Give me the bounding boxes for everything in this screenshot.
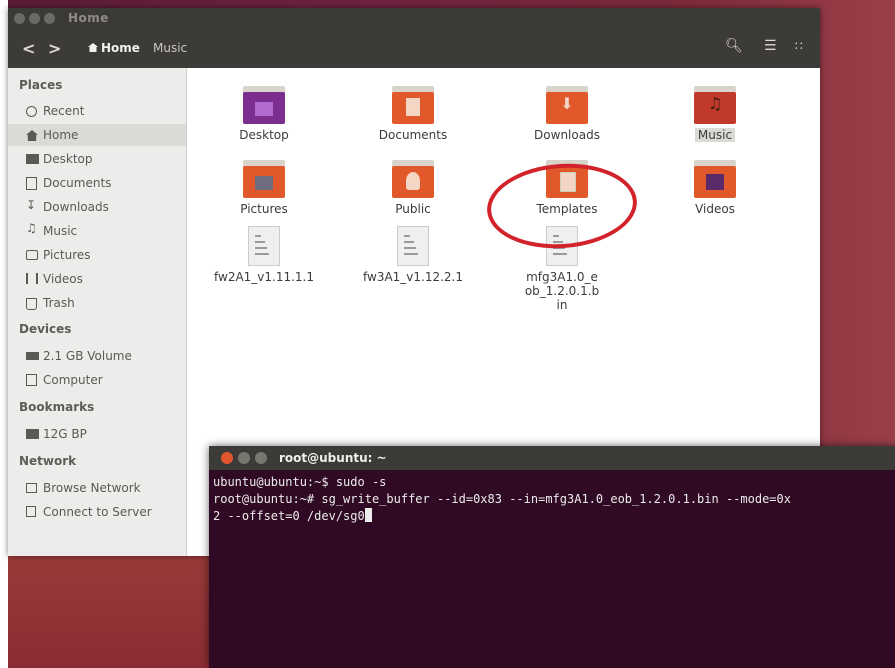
toolbar: < > Home Music 🔍︎ ☰ ∷ [8,30,820,68]
grid-view-icon: ∷ [795,39,803,53]
terminal-minimize-button[interactable] [238,452,250,464]
terminal-line: root@ubuntu:~# sg_write_buffer --id=0x83… [213,492,791,506]
text-file-icon [248,226,280,266]
file-item-fw3a1[interactable]: fw3A1_v1.12.2.1 [358,226,468,284]
back-button[interactable]: < [22,39,35,58]
sidebar-item-videos[interactable]: Videos [8,268,186,290]
terminal-cursor [364,508,372,522]
desktop-background-lower [0,555,215,668]
server-icon [26,506,36,517]
terminal-title: root@ubuntu: ~ [279,451,387,465]
terminal-output[interactable]: ubuntu@ubuntu:~$ sudo -s root@ubuntu:~# s… [213,474,893,525]
terminal-maximize-button[interactable] [255,452,267,464]
camera-icon [26,250,38,260]
film-icon [26,273,38,284]
terminal-line: 2 --offset=0 /dev/sg0 [213,508,893,525]
computer-icon [26,374,37,386]
terminal-close-button[interactable] [221,452,233,464]
sidebar: Places Recent Home Desktop Documents ↧ Do… [8,68,187,556]
trash-icon [26,298,37,310]
music-folder-icon: ♫ [694,86,736,124]
sidebar-item-browse-network[interactable]: Browse Network [8,477,186,499]
text-file-icon [397,226,429,266]
file-item-fw2a1[interactable]: fw2A1_v1.11.1.1 [209,226,319,284]
terminal-line: ubuntu@ubuntu:~$ sudo -s [213,475,387,489]
list-view-button[interactable]: ☰ [764,38,777,54]
sidebar-item-bookmark[interactable]: 12G BP [8,423,186,445]
pictures-folder-icon [243,160,285,198]
downloads-folder-icon: ⬇ [546,86,588,124]
sidebar-item-recent[interactable]: Recent [8,100,186,122]
terminal-window[interactable]: root@ubuntu: ~ ubuntu@ubuntu:~$ sudo -s r… [209,446,895,668]
document-icon [26,177,37,190]
file-item-desktop[interactable]: Desktop [209,86,319,142]
terminal-title-bar: root@ubuntu: ~ [209,446,895,470]
sidebar-item-connect-server[interactable]: Connect to Server [8,501,186,523]
sidebar-item-documents[interactable]: Documents [8,172,186,194]
folder-icon [26,429,39,439]
sidebar-heading-network: Network [19,454,77,468]
file-item-documents[interactable]: Documents [358,86,468,142]
grid-view-button[interactable]: ∷ [795,38,803,54]
maximize-button[interactable] [44,13,55,24]
sidebar-item-computer[interactable]: Computer [8,369,186,391]
sidebar-item-music[interactable]: ♫ Music [8,220,186,242]
close-button[interactable] [14,13,25,24]
breadcrumb-music[interactable]: Music [153,41,187,55]
title-bar: Home [8,8,820,30]
window-title: Home [68,11,109,25]
terminal-line-text: 2 --offset=0 /dev/sg0 [213,509,365,523]
network-icon [26,483,37,493]
file-item-videos[interactable]: Videos [660,160,770,216]
sidebar-heading-bookmarks: Bookmarks [19,400,95,414]
search-button[interactable]: 🔍︎ [725,38,743,54]
list-view-icon: ☰ [764,38,777,54]
forward-button[interactable]: > [48,39,61,58]
sidebar-item-trash[interactable]: Trash [8,292,186,314]
clock-icon [26,106,37,117]
drive-icon [26,352,39,360]
file-item-downloads[interactable]: ⬇ Downloads [512,86,622,142]
sidebar-heading-devices: Devices [19,322,72,336]
file-item-pictures[interactable]: Pictures [209,160,319,216]
sidebar-item-pictures[interactable]: Pictures [8,244,186,266]
public-folder-icon [392,160,434,198]
sidebar-item-volume[interactable]: 2.1 GB Volume [8,345,186,367]
sidebar-item-downloads[interactable]: ↧ Downloads [8,196,186,218]
music-note-icon: ♫ [26,221,37,235]
videos-folder-icon [694,160,736,198]
sidebar-heading-places: Places [19,78,63,92]
file-item-music[interactable]: ♫ Music [660,86,770,142]
download-arrow-icon: ↧ [26,198,37,212]
desktop-folder-icon [243,86,285,124]
image-border [0,0,8,668]
home-icon [88,43,98,52]
sidebar-item-desktop[interactable]: Desktop [8,148,186,170]
breadcrumb-home[interactable]: Home [101,41,140,55]
sidebar-item-home[interactable]: Home [8,124,186,146]
desktop-folder-icon [26,154,39,164]
documents-folder-icon [392,86,434,124]
file-item-public[interactable]: Public [358,160,468,216]
minimize-button[interactable] [29,13,40,24]
home-icon [26,130,38,141]
search-icon: 🔍︎ [725,38,743,54]
